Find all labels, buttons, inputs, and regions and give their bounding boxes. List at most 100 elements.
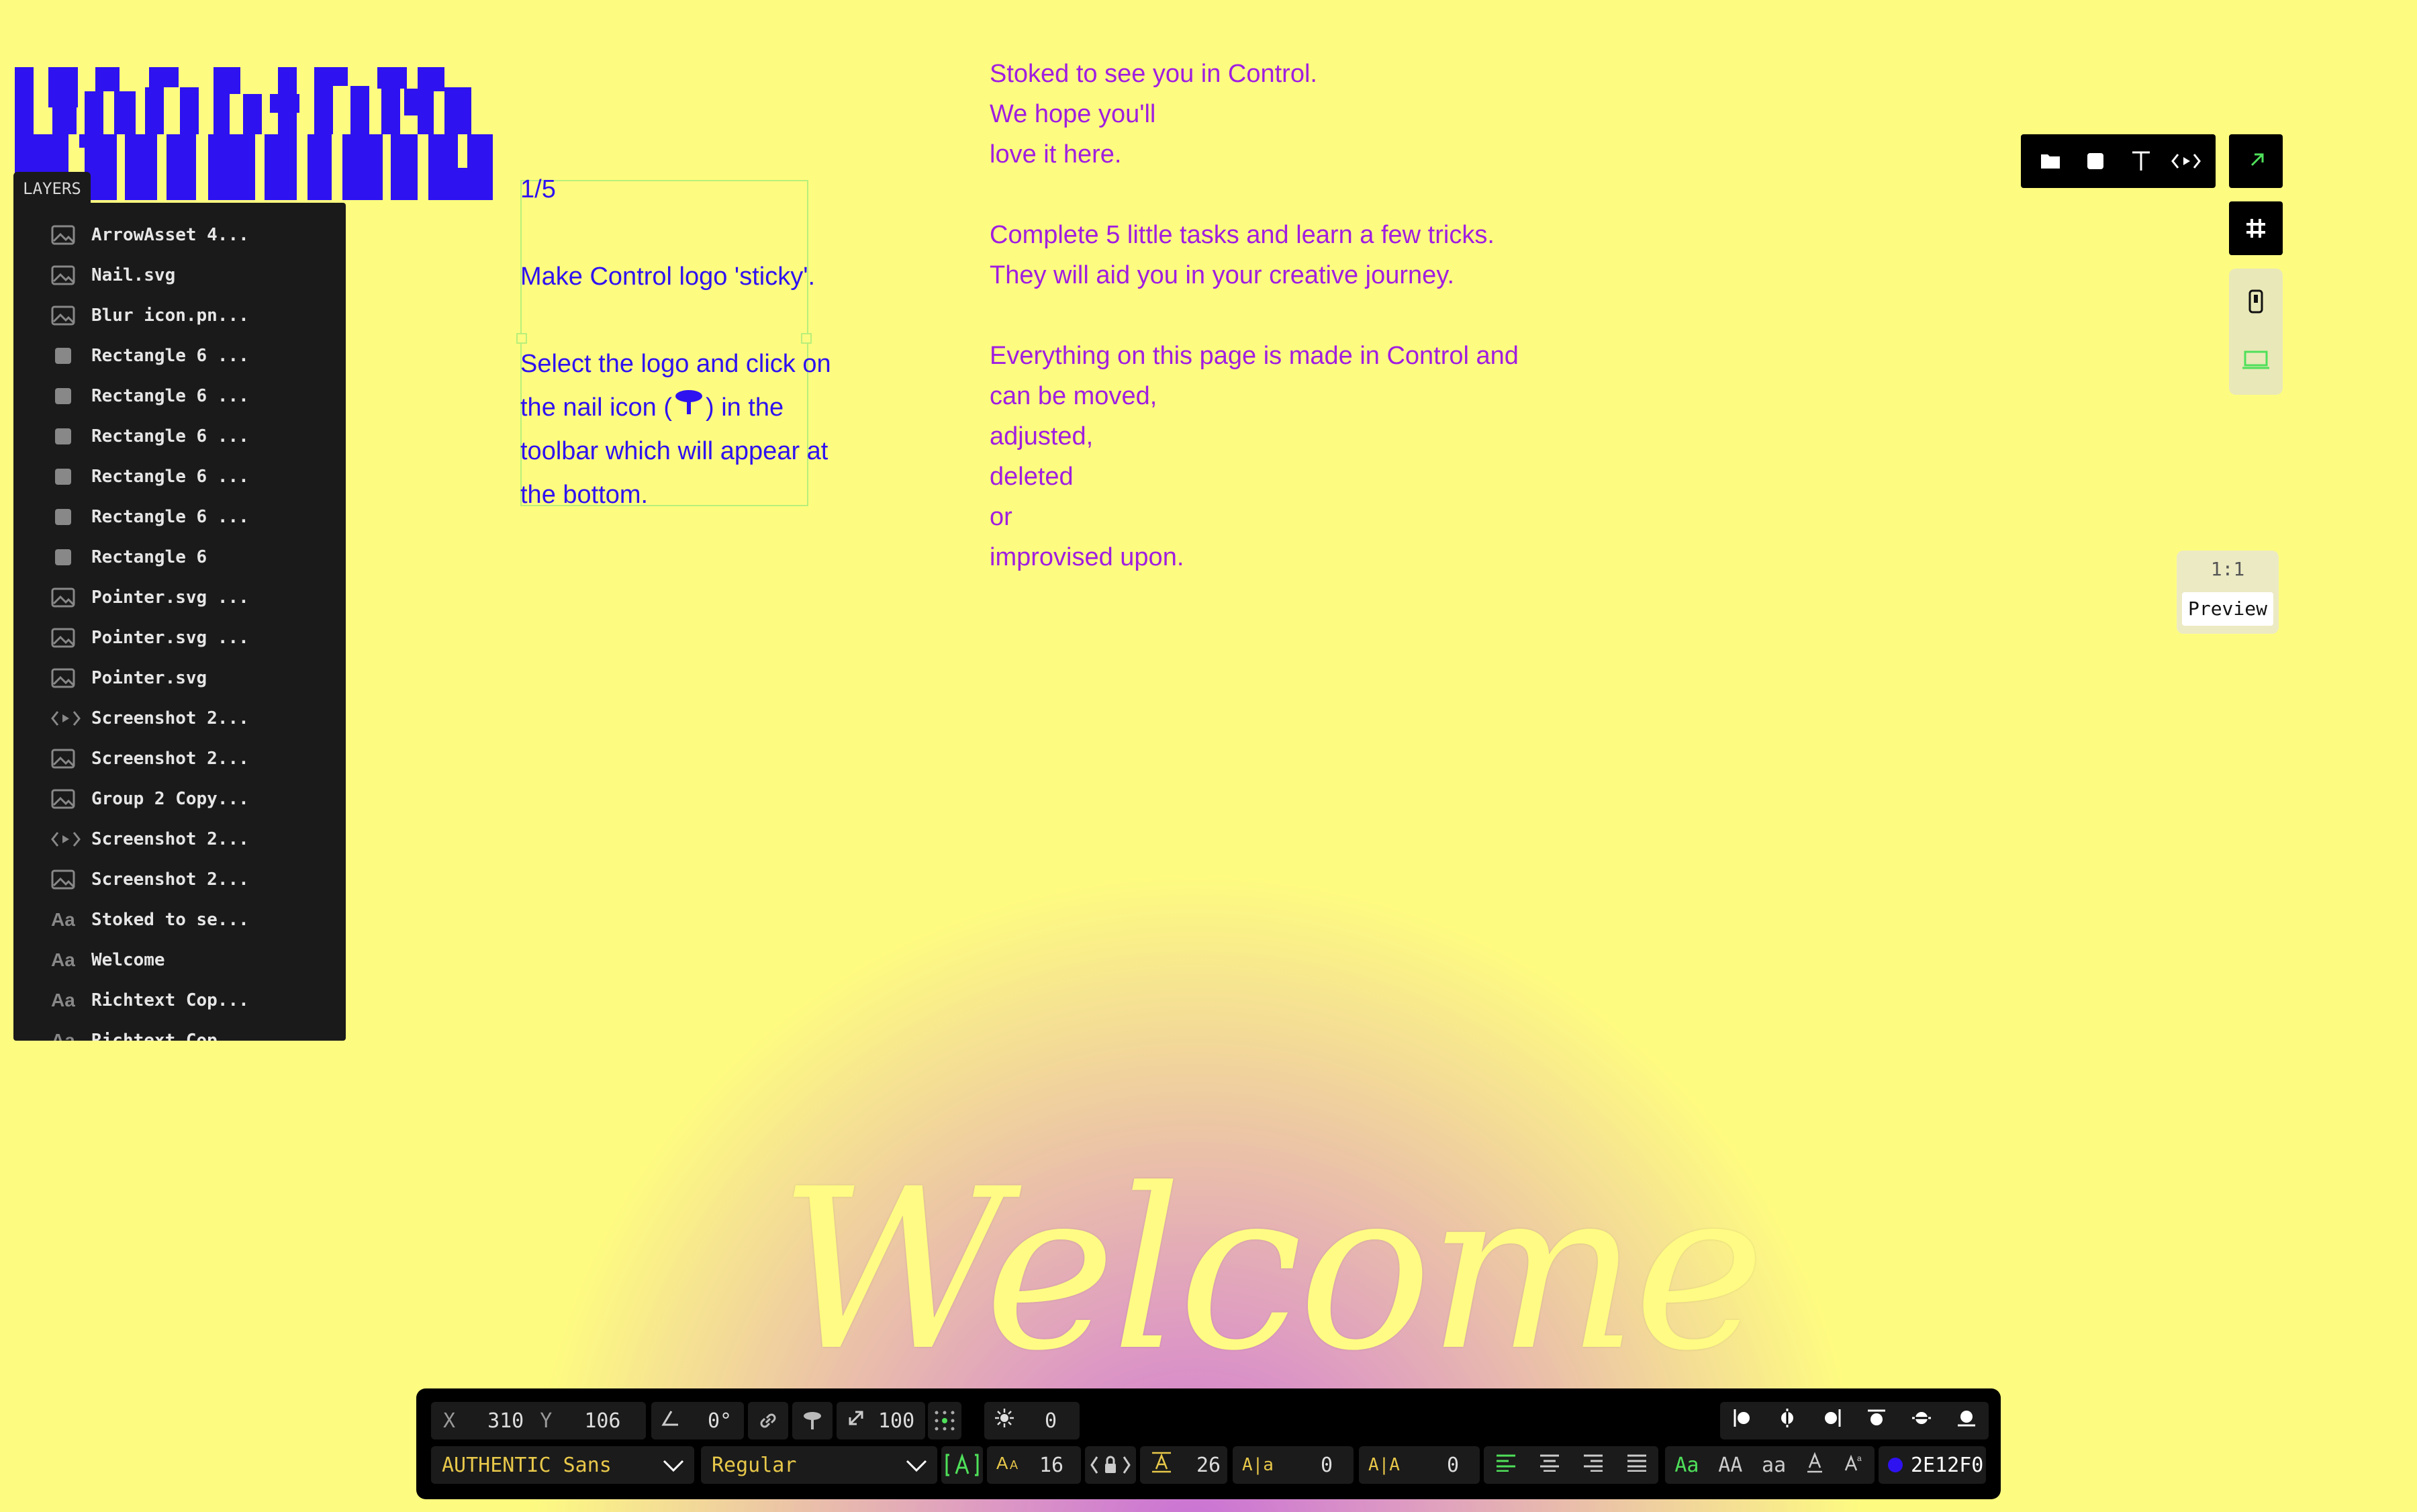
layer-item[interactable]: Screenshot 2...: [13, 859, 346, 900]
y-input[interactable]: 106: [584, 1409, 620, 1433]
underline-icon[interactable]: [1805, 1452, 1824, 1478]
layer-item[interactable]: Pointer.svg ...: [13, 618, 346, 658]
font-weight-value: Regular: [712, 1453, 797, 1477]
align-bottom-icon[interactable]: [1956, 1407, 1977, 1434]
intro-text[interactable]: Stoked to see you in Control. We hope you…: [990, 54, 1519, 577]
rotation-input[interactable]: 0°: [708, 1409, 732, 1433]
logo-block: [278, 67, 297, 94]
logo-block: [444, 87, 471, 134]
text-tool-icon[interactable]: [2124, 144, 2158, 178]
intro-line: We hope you'll: [990, 100, 1156, 128]
grid-button[interactable]: [2229, 201, 2283, 255]
preview-button[interactable]: Preview: [2182, 592, 2273, 626]
layer-item[interactable]: Rectangle 6 ...: [13, 416, 346, 457]
logo-block: [214, 94, 230, 134]
layer-item[interactable]: Rectangle 6: [13, 537, 346, 577]
case-upper-button[interactable]: AA: [1718, 1454, 1742, 1477]
logo-gap: [418, 168, 428, 200]
logo-block: [350, 86, 369, 134]
layer-label: ArrowAsset 4...: [91, 225, 249, 245]
link-button[interactable]: [748, 1402, 788, 1439]
layer-item[interactable]: Pointer.svg: [13, 658, 346, 698]
align-left-icon[interactable]: [1732, 1407, 1753, 1434]
layer-item[interactable]: Aa Richtext Cop...: [13, 980, 346, 1021]
properties-toolbar: X 310 Y 106 0° 100 0 AUTHENTIC Sans Regu…: [416, 1388, 2001, 1499]
text-align-justify-icon[interactable]: [1626, 1453, 1648, 1477]
embed-tool-icon[interactable]: [2169, 144, 2203, 178]
layer-item[interactable]: Screenshot 2...: [13, 698, 346, 739]
layer-item[interactable]: Rectangle 6 ...: [13, 336, 346, 376]
line-height-input[interactable]: 26: [1196, 1454, 1221, 1477]
export-button[interactable]: [2229, 134, 2283, 188]
word-spacing-input[interactable]: 0: [1447, 1454, 1459, 1477]
superscript-icon[interactable]: a: [1844, 1452, 1865, 1478]
intro-line: improvised upon.: [990, 543, 1184, 571]
layer-item[interactable]: Screenshot 2...: [13, 739, 346, 779]
logo-block: [418, 67, 444, 91]
layer-item[interactable]: ArrowAsset 4...: [13, 215, 346, 255]
layer-label: Rectangle 6: [91, 547, 207, 567]
text-align-right-icon[interactable]: [1582, 1453, 1604, 1477]
font-weight-select[interactable]: Regular: [701, 1446, 937, 1484]
logo-block: [243, 94, 262, 134]
layer-item[interactable]: Aa Welcome: [13, 940, 346, 980]
logo-block: [265, 134, 297, 200]
anchor-grid-button[interactable]: [928, 1402, 961, 1439]
align-middle-vertical-icon[interactable]: [1911, 1407, 1932, 1434]
layer-item[interactable]: Nail.svg: [13, 255, 346, 295]
color-hex-value[interactable]: 2E12F0: [1911, 1454, 1983, 1477]
layer-item[interactable]: Screenshot 2...: [13, 819, 346, 859]
anchor-grid-icon: [935, 1411, 955, 1431]
align-top-icon[interactable]: [1866, 1407, 1887, 1434]
case-lower-button[interactable]: aa: [1762, 1454, 1786, 1477]
layer-label: Screenshot 2...: [91, 749, 249, 769]
preview-panel: 1:1 Preview: [2177, 551, 2279, 634]
layers-tab[interactable]: LAYERS: [13, 172, 91, 205]
layer-item[interactable]: Blur icon.pn...: [13, 295, 346, 336]
font-size-group: AA 16: [987, 1446, 1081, 1484]
text-icon: Aa: [51, 990, 75, 1010]
layer-item[interactable]: Rectangle 6 ...: [13, 457, 346, 497]
logo-gap: [196, 141, 208, 168]
font-family-select[interactable]: AUTHENTIC Sans: [431, 1446, 694, 1484]
layer-item[interactable]: Pointer.svg ...: [13, 577, 346, 618]
layer-item[interactable]: Aa Richtext Cop...: [13, 1021, 346, 1041]
lock-proportions-button[interactable]: [1085, 1446, 1136, 1484]
nail-icon: [804, 1412, 821, 1429]
logo-block: [377, 67, 407, 89]
align-center-horizontal-icon[interactable]: [1776, 1407, 1798, 1434]
text-align-left-icon[interactable]: [1495, 1453, 1517, 1477]
intro-line: deleted: [990, 463, 1074, 491]
text-box-button[interactable]: [941, 1446, 983, 1484]
image-icon: [51, 305, 91, 326]
layer-item[interactable]: Rectangle 6 ...: [13, 376, 346, 416]
color-swatch: [1888, 1458, 1903, 1472]
logo-gap: [157, 148, 167, 188]
logo-block: [270, 94, 299, 113]
sticky-nail-button[interactable]: [792, 1402, 833, 1439]
scale-input[interactable]: 100: [878, 1409, 914, 1433]
welcome-heading[interactable]: Welcome: [779, 1141, 1765, 1399]
text-align-center-icon[interactable]: [1539, 1453, 1560, 1477]
laptop-device-icon[interactable]: [2241, 348, 2271, 375]
logo-block: [314, 67, 348, 86]
layer-item[interactable]: Group 2 Copy...: [13, 779, 346, 819]
image-icon: [51, 869, 91, 890]
font-size-input[interactable]: 16: [1039, 1454, 1063, 1477]
folder-icon[interactable]: [2034, 144, 2067, 178]
rectangle-tool-icon[interactable]: [2079, 144, 2112, 178]
link-icon: [760, 1413, 776, 1428]
text-color-picker[interactable]: 2E12F0: [1879, 1446, 1986, 1484]
align-right-icon[interactable]: [1821, 1407, 1843, 1434]
letter-spacing-input[interactable]: 0: [1321, 1454, 1333, 1477]
logo-block: [48, 67, 78, 107]
layer-item[interactable]: Rectangle 6 ...: [13, 497, 346, 537]
case-normal-button[interactable]: Aa: [1674, 1454, 1699, 1477]
aspect-ratio-label[interactable]: 1:1: [2177, 556, 2279, 583]
mobile-device-icon[interactable]: [2244, 289, 2268, 319]
blur-input[interactable]: 0: [1045, 1409, 1057, 1433]
layer-item[interactable]: Aa Stoked to se...: [13, 900, 346, 940]
layer-label: Screenshot 2...: [91, 869, 249, 890]
task-counter: 1/5: [520, 175, 556, 203]
x-input[interactable]: 310: [487, 1409, 524, 1433]
